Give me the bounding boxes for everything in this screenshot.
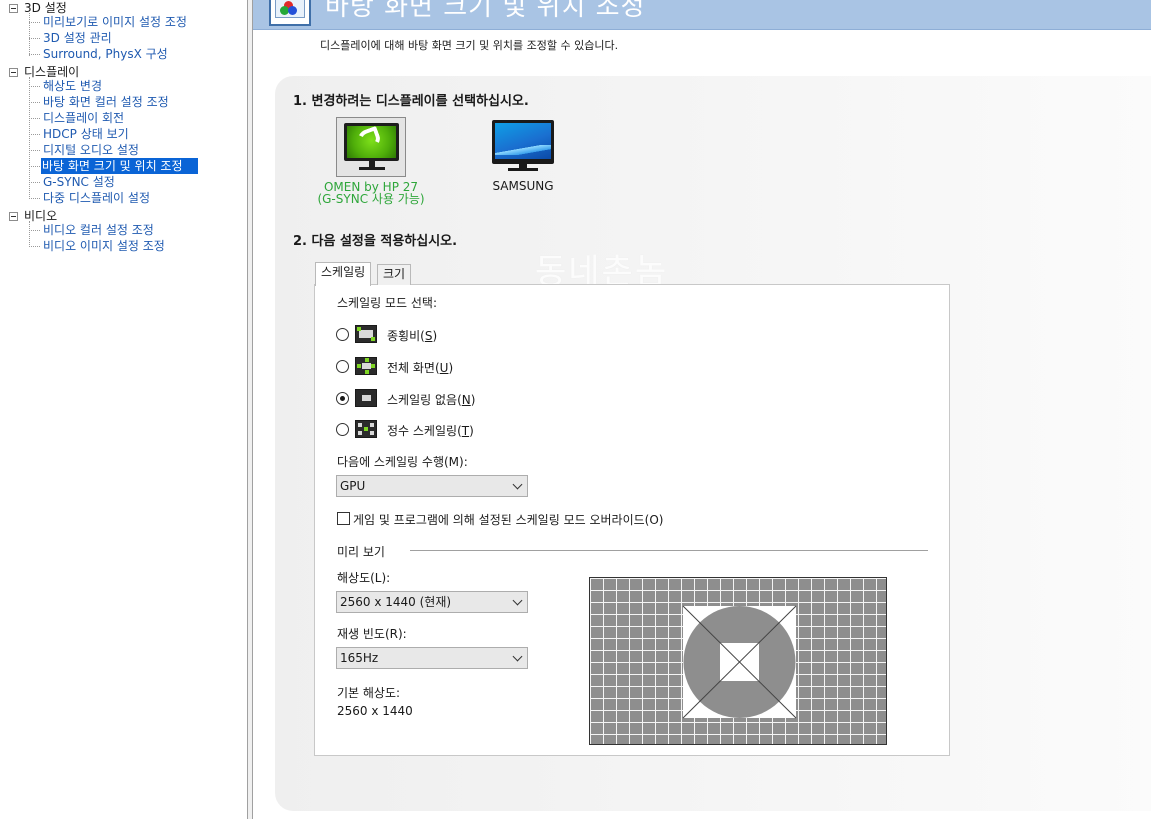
tree-connector: [29, 166, 40, 167]
page-title: 바탕 화면 크기 및 위치 조정: [325, 0, 646, 22]
refresh-rate-label: 재생 빈도(R):: [337, 627, 407, 641]
tree-connector: [29, 86, 40, 87]
tree-item-label: 3D 설정 관리: [43, 31, 112, 45]
refresh-rate-select[interactable]: 165Hz: [336, 647, 528, 669]
tree-item-label: G-SYNC 설정: [43, 175, 115, 189]
tree-connector: [29, 102, 40, 103]
aspect-ratio-icon: [355, 325, 377, 343]
display-color-icon: [269, 0, 311, 26]
integer-scaling-icon: [355, 420, 377, 438]
tree-item-label: 바탕 화면 크기 및 위치 조정: [41, 158, 198, 174]
tree-item-label: 비디오 이미지 설정 조정: [43, 239, 165, 253]
tree-item-label: 다중 디스플레이 설정: [43, 191, 150, 205]
perform-scaling-select[interactable]: GPU: [336, 475, 528, 497]
radio-aspect-ratio-label[interactable]: 종횡비(S): [387, 327, 437, 344]
override-label[interactable]: 게임 및 프로그램에 의해 설정된 스케일링 모드 오버라이드(O): [353, 511, 663, 528]
override-checkbox[interactable]: [337, 512, 350, 525]
native-resolution-label: 기본 해상도:: [337, 686, 401, 700]
radio-full-screen-label[interactable]: 전체 화면(U): [387, 359, 453, 376]
display-name: OMEN by HP 27 (G-SYNC 사용 가능): [317, 180, 425, 206]
tree-connector: [29, 230, 40, 231]
preview-section-label: 미리 보기: [337, 545, 385, 559]
tree-item-label: Surround, PhysX 구성: [43, 47, 168, 61]
tree-item-label: HDCP 상태 보기: [43, 127, 129, 141]
tree-connector: [29, 54, 40, 55]
tree-item-label: 디지털 오디오 설정: [43, 143, 139, 157]
tree-connector: [29, 77, 30, 199]
display-samsung[interactable]: SAMSUNG: [463, 120, 583, 192]
navigation-tree: 3D 설정 미리보기로 이미지 설정 조정 3D 설정 관리 Surround,…: [0, 0, 247, 819]
native-resolution-value: 2560 x 1440: [337, 704, 413, 718]
page-description: 디스플레이에 대해 바탕 화면 크기 및 위치를 조정할 수 있습니다.: [320, 39, 619, 52]
step1-label: 1. 변경하려는 디스플레이를 선택하십시오.: [293, 94, 529, 109]
tree-item-label: 미리보기로 이미지 설정 조정: [43, 15, 187, 29]
page-banner: 바탕 화면 크기 및 위치 조정: [253, 0, 1151, 30]
section-divider: [410, 550, 928, 551]
display-name: SAMSUNG: [492, 179, 554, 193]
select-value: 2560 x 1440 (현재): [340, 595, 452, 609]
perform-scaling-label: 다음에 스케일링 수행(M):: [337, 455, 468, 469]
tree-item-label: 비디오 컬러 설정 조정: [43, 223, 154, 237]
resolution-label: 해상도(L):: [337, 571, 391, 585]
select-value: 165Hz: [340, 651, 379, 665]
chevron-down-icon: [512, 595, 523, 606]
tree-connector: [29, 134, 40, 135]
collapse-icon[interactable]: [9, 4, 18, 13]
preview-test-pattern: [682, 605, 797, 719]
step2-label: 2. 다음 설정을 적용하십시오.: [293, 234, 458, 249]
tree-connector: [29, 182, 40, 183]
tree-connector: [29, 221, 30, 247]
tree-connector: [29, 13, 30, 56]
nvidia-monitor-icon: [336, 117, 406, 177]
radio-no-scaling[interactable]: [336, 392, 349, 405]
collapse-icon[interactable]: [9, 68, 18, 77]
radio-no-scaling-label[interactable]: 스케일링 없음(N): [387, 391, 475, 408]
tree-connector: [29, 22, 40, 23]
radio-integer-scaling-label[interactable]: 정수 스케일링(T): [387, 422, 474, 439]
radio-integer-scaling[interactable]: [336, 423, 349, 436]
tree-connector: [29, 198, 40, 199]
tree-item-label: 바탕 화면 컬러 설정 조정: [43, 95, 169, 109]
display-omen[interactable]: OMEN by HP 27 (G-SYNC 사용 가능): [311, 117, 431, 205]
tree-connector: [29, 150, 40, 151]
tab-size[interactable]: 크기: [377, 264, 412, 285]
resolution-select[interactable]: 2560 x 1440 (현재): [336, 591, 528, 613]
tree-item-label: 디스플레이 회전: [43, 111, 125, 125]
scaling-mode-label: 스케일링 모드 선택:: [337, 296, 437, 310]
tab-scaling[interactable]: 스케일링: [315, 262, 372, 286]
tree-connector: [29, 118, 40, 119]
fullscreen-icon: [355, 357, 377, 375]
scaling-preview: [589, 577, 887, 745]
collapse-icon[interactable]: [9, 212, 18, 221]
tree-item-label: 해상도 변경: [43, 79, 103, 93]
tree-connector: [29, 38, 40, 39]
no-scaling-icon: [355, 389, 377, 407]
select-value: GPU: [340, 479, 366, 493]
radio-full-screen[interactable]: [336, 360, 349, 373]
radio-aspect-ratio[interactable]: [336, 328, 349, 341]
monitor-icon: [492, 120, 554, 164]
chevron-down-icon: [512, 479, 523, 490]
tree-connector: [29, 246, 40, 247]
chevron-down-icon: [512, 651, 523, 662]
